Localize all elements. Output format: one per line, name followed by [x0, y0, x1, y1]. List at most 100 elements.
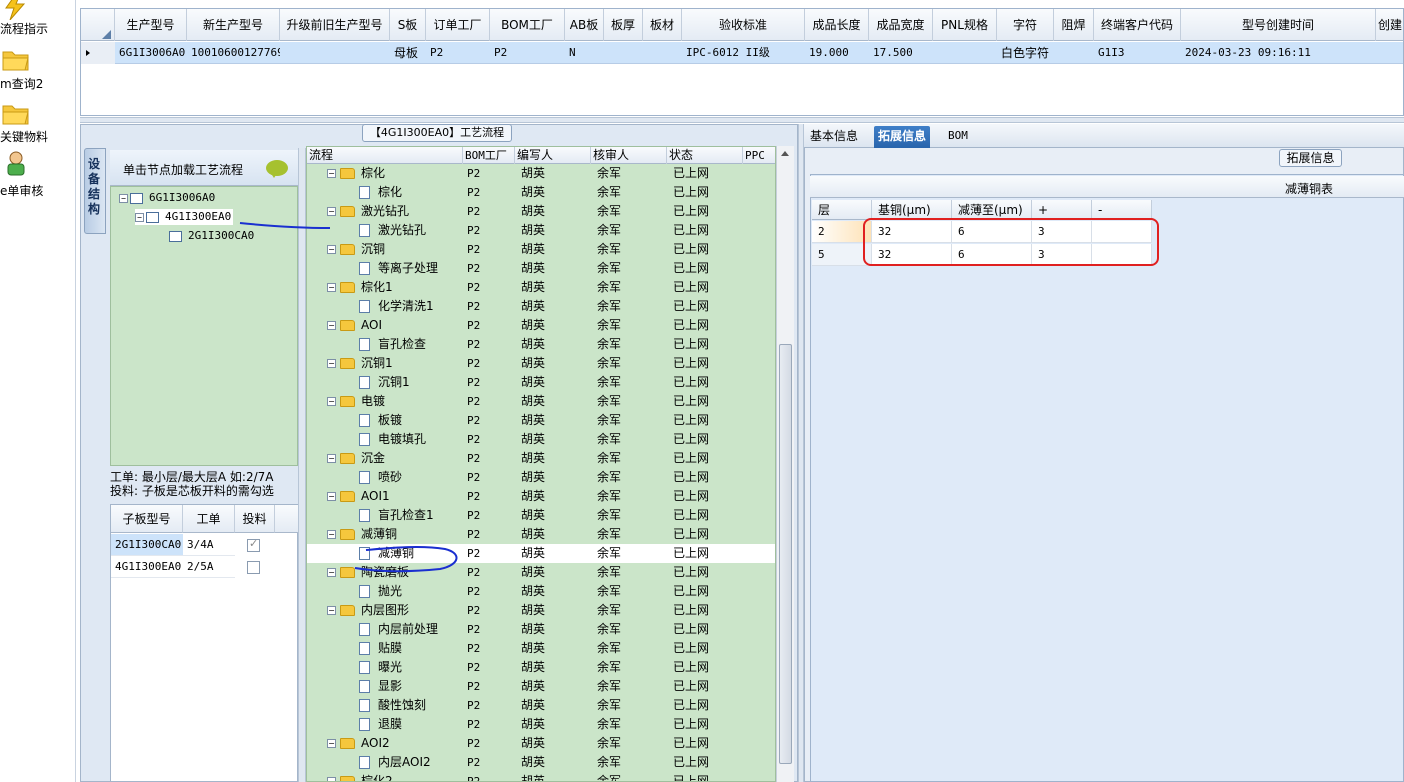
cell-status[interactable]: 已上网	[673, 506, 709, 525]
cell-process[interactable]: 抛光	[359, 582, 402, 601]
tree-node[interactable]: 2G1I300CA0	[169, 228, 254, 244]
collapse-icon[interactable]: −	[327, 606, 336, 615]
cell-reviewer[interactable]: 余军	[597, 221, 621, 240]
col-header[interactable]: 子板型号	[111, 505, 183, 533]
cell-process[interactable]: 沉铜1	[359, 373, 410, 392]
col-header[interactable]: 层	[812, 200, 872, 220]
cell-reviewer[interactable]: 余军	[597, 392, 621, 411]
cell-process[interactable]: 电镀填孔	[359, 430, 426, 449]
cell-reviewer[interactable]: 余军	[597, 335, 621, 354]
cell-status[interactable]: 已上网	[673, 373, 709, 392]
cell-writer[interactable]: 胡英	[521, 335, 545, 354]
cell-bom[interactable]: P2	[467, 658, 480, 677]
cell-process[interactable]: − AOI1	[327, 487, 390, 506]
cell-writer[interactable]: 胡英	[521, 411, 545, 430]
cell-writer[interactable]: 胡英	[521, 582, 545, 601]
col-header[interactable]: +	[1032, 200, 1092, 220]
cell-process[interactable]: 等离子处理	[359, 259, 438, 278]
cell-process[interactable]: 化学清洗1	[359, 297, 434, 316]
cell-reviewer[interactable]: 余军	[597, 430, 621, 449]
cell-bom[interactable]: P2	[467, 563, 480, 582]
flow-scrollbar[interactable]	[776, 146, 794, 782]
cell-process[interactable]: 内层AOI2	[359, 753, 431, 772]
col-header[interactable]: -	[1092, 200, 1152, 220]
cell-length[interactable]: 19.000	[805, 42, 869, 64]
cell-process[interactable]: 喷砂	[359, 468, 402, 487]
col-header[interactable]: 字符	[997, 9, 1054, 41]
flow-step-row[interactable]: 显影 P2 胡英 余军 已上网	[307, 677, 775, 696]
nav-item-query2[interactable]: m查询2	[0, 44, 76, 92]
cell-status[interactable]: 已上网	[673, 221, 709, 240]
flow-group-row[interactable]: − 减薄铜 P2 胡英 余军 已上网	[307, 525, 775, 544]
cell-material[interactable]	[643, 42, 682, 64]
flow-group-row[interactable]: − 沉铜 P2 胡英 余军 已上网	[307, 240, 775, 259]
col-header[interactable]: 投料	[235, 505, 275, 533]
cell-reviewer[interactable]: 余军	[597, 183, 621, 202]
collapse-icon[interactable]: −	[327, 454, 336, 463]
col-header[interactable]: 核审人	[591, 147, 667, 164]
flow-step-row[interactable]: 退膜 P2 胡英 余军 已上网	[307, 715, 775, 734]
cell-thickness[interactable]	[604, 42, 643, 64]
collapse-icon[interactable]: −	[327, 359, 336, 368]
cell-bom[interactable]: P2	[467, 411, 480, 430]
collapse-icon[interactable]: −	[327, 169, 336, 178]
cell-process[interactable]: − 沉铜	[327, 240, 385, 259]
cell-process[interactable]: − 棕化	[327, 164, 385, 183]
cell-reviewer[interactable]: 余军	[597, 164, 621, 183]
cell-status[interactable]: 已上网	[673, 620, 709, 639]
collapse-icon[interactable]: −	[327, 245, 336, 254]
cell-status[interactable]: 已上网	[673, 183, 709, 202]
cell-status[interactable]: 已上网	[673, 297, 709, 316]
flow-step-row[interactable]: 等离子处理 P2 胡英 余军 已上网	[307, 259, 775, 278]
cell-writer[interactable]: 胡英	[521, 202, 545, 221]
cell-reviewer[interactable]: 余军	[597, 240, 621, 259]
cell-writer[interactable]: 胡英	[521, 506, 545, 525]
cell-writer[interactable]: 胡英	[521, 487, 545, 506]
cell-writer[interactable]: 胡英	[521, 297, 545, 316]
flow-step-row[interactable]: 盲孔检查1 P2 胡英 余军 已上网	[307, 506, 775, 525]
cell-reviewer[interactable]: 余军	[597, 639, 621, 658]
cell-ab-board[interactable]: N	[565, 42, 604, 64]
cell-reviewer[interactable]: 余军	[597, 278, 621, 297]
tab-basic-info[interactable]: 基本信息	[806, 126, 862, 148]
cell-sub-model[interactable]: 2G1I300CA0	[111, 534, 183, 556]
cell-writer[interactable]: 胡英	[521, 164, 545, 183]
collapse-icon[interactable]: −	[327, 207, 336, 216]
cell-writer[interactable]: 胡英	[521, 278, 545, 297]
cell-bom[interactable]: P2	[467, 259, 480, 278]
cell-bom[interactable]: P2	[467, 620, 480, 639]
cell-writer[interactable]: 胡英	[521, 354, 545, 373]
collapse-icon[interactable]: −	[327, 283, 336, 292]
cell-status[interactable]: 已上网	[673, 563, 709, 582]
cell-status[interactable]: 已上网	[673, 582, 709, 601]
flow-group-row[interactable]: − AOI2 P2 胡英 余军 已上网	[307, 734, 775, 753]
cell-process[interactable]: − 棕化2	[327, 772, 393, 781]
cell-created[interactable]: 2024-03-23 09:16:11	[1181, 42, 1376, 64]
cell-sub-model[interactable]: 4G1I300EA0	[111, 556, 183, 578]
tree-node-selected[interactable]: − 4G1I300EA0	[135, 209, 234, 225]
cell-writer[interactable]: 胡英	[521, 715, 545, 734]
cell-reviewer[interactable]: 余军	[597, 373, 621, 392]
cell-bom[interactable]: P2	[467, 316, 480, 335]
cell-reviewer[interactable]: 余军	[597, 696, 621, 715]
cell-status[interactable]: 已上网	[673, 354, 709, 373]
cell-writer[interactable]: 胡英	[521, 658, 545, 677]
cell-new-model[interactable]: 10010600127769	[187, 42, 280, 64]
col-header[interactable]: S板	[390, 9, 426, 41]
cell-reviewer[interactable]: 余军	[597, 449, 621, 468]
speech-bubble-icon[interactable]	[266, 160, 288, 178]
cell-bom[interactable]: P2	[467, 297, 480, 316]
cell-status[interactable]: 已上网	[673, 677, 709, 696]
cell-status[interactable]: 已上网	[673, 335, 709, 354]
cell-bom[interactable]: P2	[467, 240, 480, 259]
cell-status[interactable]: 已上网	[673, 487, 709, 506]
cell-bom[interactable]: P2	[467, 734, 480, 753]
cell-process[interactable]: 曝光	[359, 658, 402, 677]
cell-reviewer[interactable]: 余军	[597, 582, 621, 601]
col-header[interactable]: 成品长度	[805, 9, 869, 41]
cell-writer[interactable]: 胡英	[521, 696, 545, 715]
cell-reviewer[interactable]: 余军	[597, 753, 621, 772]
cell-writer[interactable]: 胡英	[521, 221, 545, 240]
flow-group-row[interactable]: − AOI1 P2 胡英 余军 已上网	[307, 487, 775, 506]
cell-bom[interactable]: P2	[467, 183, 480, 202]
